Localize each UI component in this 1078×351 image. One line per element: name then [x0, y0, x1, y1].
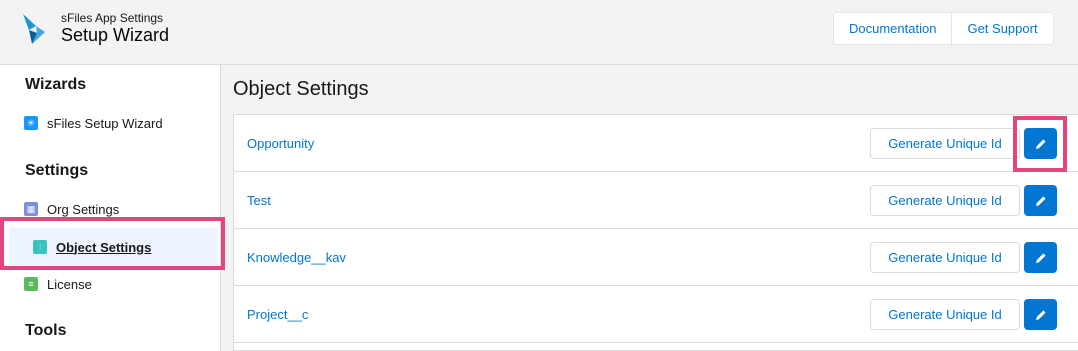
section-title-tools: Tools	[25, 322, 67, 339]
object-settings-icon: ⫶	[33, 240, 47, 254]
object-name-link[interactable]: Project__c	[247, 286, 308, 342]
page-title: Setup Wizard	[61, 25, 170, 45]
sfiles-logo-icon	[23, 14, 45, 44]
section-title-settings: Settings	[25, 162, 89, 179]
app-header: sFiles App Settings Setup Wizard Documen…	[0, 0, 1078, 65]
sidebar-item-label: License	[47, 276, 92, 292]
wizard-icon: ✳	[24, 116, 38, 130]
generate-unique-id-button[interactable]: Generate Unique Id	[870, 242, 1020, 273]
object-name-link[interactable]: Opportunity	[247, 115, 314, 171]
sidebar-item-setup-wizard[interactable]: ✳ sFiles Setup Wizard	[24, 111, 163, 135]
pencil-icon	[1035, 138, 1046, 149]
sidebar-item-object-settings[interactable]: ⫶ Object Settings	[9, 228, 218, 266]
documentation-button[interactable]: Documentation	[834, 13, 952, 44]
license-icon: ≡	[24, 277, 38, 291]
section-title-wizards: Wizards	[25, 76, 87, 93]
table-row: Test Generate Unique Id	[234, 172, 1078, 229]
sidebar-item-label: Org Settings	[47, 201, 120, 217]
sidebar-item-license[interactable]: ≡ License	[24, 272, 92, 296]
edit-button[interactable]	[1024, 128, 1057, 159]
pencil-icon	[1035, 309, 1046, 320]
sidebar-item-org-settings[interactable]: ▦ Org Settings	[24, 197, 119, 221]
edit-button[interactable]	[1024, 242, 1057, 273]
generate-unique-id-button[interactable]: Generate Unique Id	[870, 299, 1020, 330]
table-row: Project__c Generate Unique Id	[234, 286, 1078, 343]
table-row: Opportunity Generate Unique Id	[234, 115, 1078, 172]
header-button-group: Documentation Get Support	[833, 12, 1054, 45]
pencil-icon	[1035, 252, 1046, 263]
object-list: Opportunity Generate Unique Id Test Gene…	[233, 114, 1078, 351]
object-name-link[interactable]: Knowledge__kav	[247, 229, 346, 285]
pencil-icon	[1035, 195, 1046, 206]
org-settings-icon: ▦	[24, 202, 38, 216]
generate-unique-id-button[interactable]: Generate Unique Id	[870, 185, 1020, 216]
get-support-button[interactable]: Get Support	[951, 13, 1053, 44]
sidebar-item-label: sFiles Setup Wizard	[47, 115, 163, 131]
generate-unique-id-button[interactable]: Generate Unique Id	[870, 128, 1020, 159]
main-title: Object Settings	[233, 78, 369, 100]
edit-button[interactable]	[1024, 299, 1057, 330]
app-subtitle: sFiles App Settings	[61, 11, 164, 25]
sidebar-item-label: Object Settings	[56, 239, 152, 255]
sidebar: Wizards ✳ sFiles Setup Wizard Settings ▦…	[0, 65, 221, 351]
object-name-link[interactable]: Test	[247, 172, 271, 228]
edit-button[interactable]	[1024, 185, 1057, 216]
table-row: Knowledge__kav Generate Unique Id	[234, 229, 1078, 286]
